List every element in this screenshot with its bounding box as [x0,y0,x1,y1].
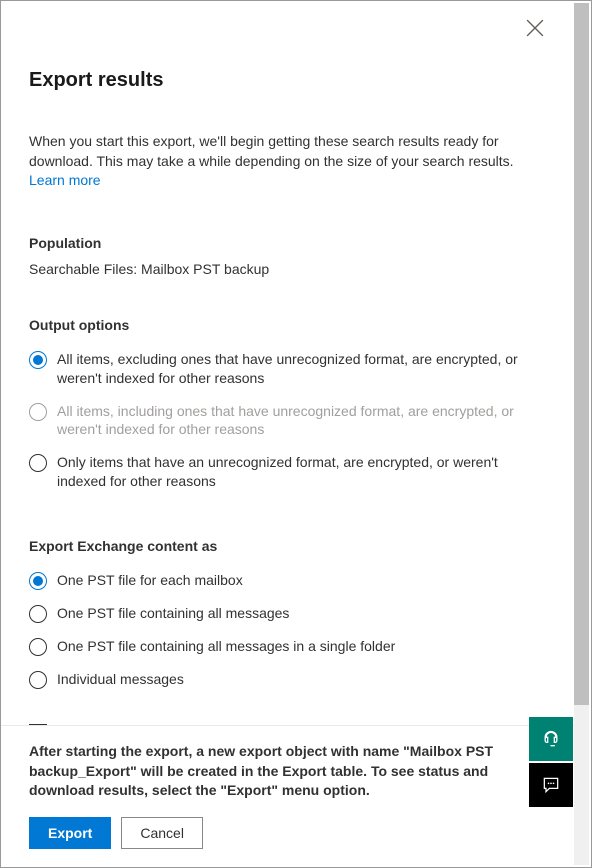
radio-label: One PST file containing all messages [57,604,289,623]
output-option-only-unrecognized[interactable]: Only items that have an unrecognized for… [29,446,546,498]
headset-icon [541,729,561,749]
panel-body: Export results When you start this expor… [1,1,574,731]
export-button[interactable]: Export [29,817,111,849]
radio-label: One PST file containing all messages in … [57,637,395,656]
export-as-group: One PST file for each mailbox One PST fi… [29,564,546,696]
radio-icon [29,638,47,656]
radio-label: All items, excluding ones that have unre… [57,350,546,388]
radio-icon [29,351,47,369]
population-heading: Population [29,235,546,251]
export-as-heading: Export Exchange content as [29,538,546,554]
export-as-individual[interactable]: Individual messages [29,663,546,696]
radio-icon [29,572,47,590]
radio-icon [29,454,47,472]
chat-icon [541,775,561,795]
close-icon [526,19,544,37]
radio-label: One PST file for each mailbox [57,571,243,590]
intro-body: When you start this export, we'll begin … [29,133,514,169]
radio-label: Individual messages [57,670,184,689]
radio-icon [29,605,47,623]
learn-more-link[interactable]: Learn more [29,172,101,188]
output-option-include-unrecognized: All items, including ones that have unre… [29,395,546,447]
export-as-per-mailbox[interactable]: One PST file for each mailbox [29,564,546,597]
output-options-heading: Output options [29,317,546,333]
button-row: Export Cancel [29,817,546,849]
radio-label: All items, including ones that have unre… [57,402,546,440]
scrollbar-track[interactable] [574,3,589,865]
close-button[interactable] [526,19,544,37]
panel-title: Export results [29,69,546,92]
footer-note: After starting the export, a new export … [29,742,546,801]
cancel-button[interactable]: Cancel [121,817,203,849]
feedback-button[interactable] [529,763,573,807]
help-button[interactable] [529,717,573,761]
scrollbar-thumb[interactable] [574,3,589,705]
panel-footer: After starting the export, a new export … [1,725,574,867]
output-option-exclude-unrecognized[interactable]: All items, excluding ones that have unre… [29,343,546,395]
intro-text: When you start this export, we'll begin … [29,132,546,191]
export-results-panel: Export results When you start this expor… [0,0,592,868]
export-as-one-pst[interactable]: One PST file containing all messages [29,597,546,630]
output-options-group: All items, excluding ones that have unre… [29,343,546,498]
radio-label: Only items that have an unrecognized for… [57,453,546,491]
radio-icon [29,671,47,689]
population-value: Searchable Files: Mailbox PST backup [29,261,546,277]
export-as-single-folder[interactable]: One PST file containing all messages in … [29,630,546,663]
radio-icon [29,403,47,421]
